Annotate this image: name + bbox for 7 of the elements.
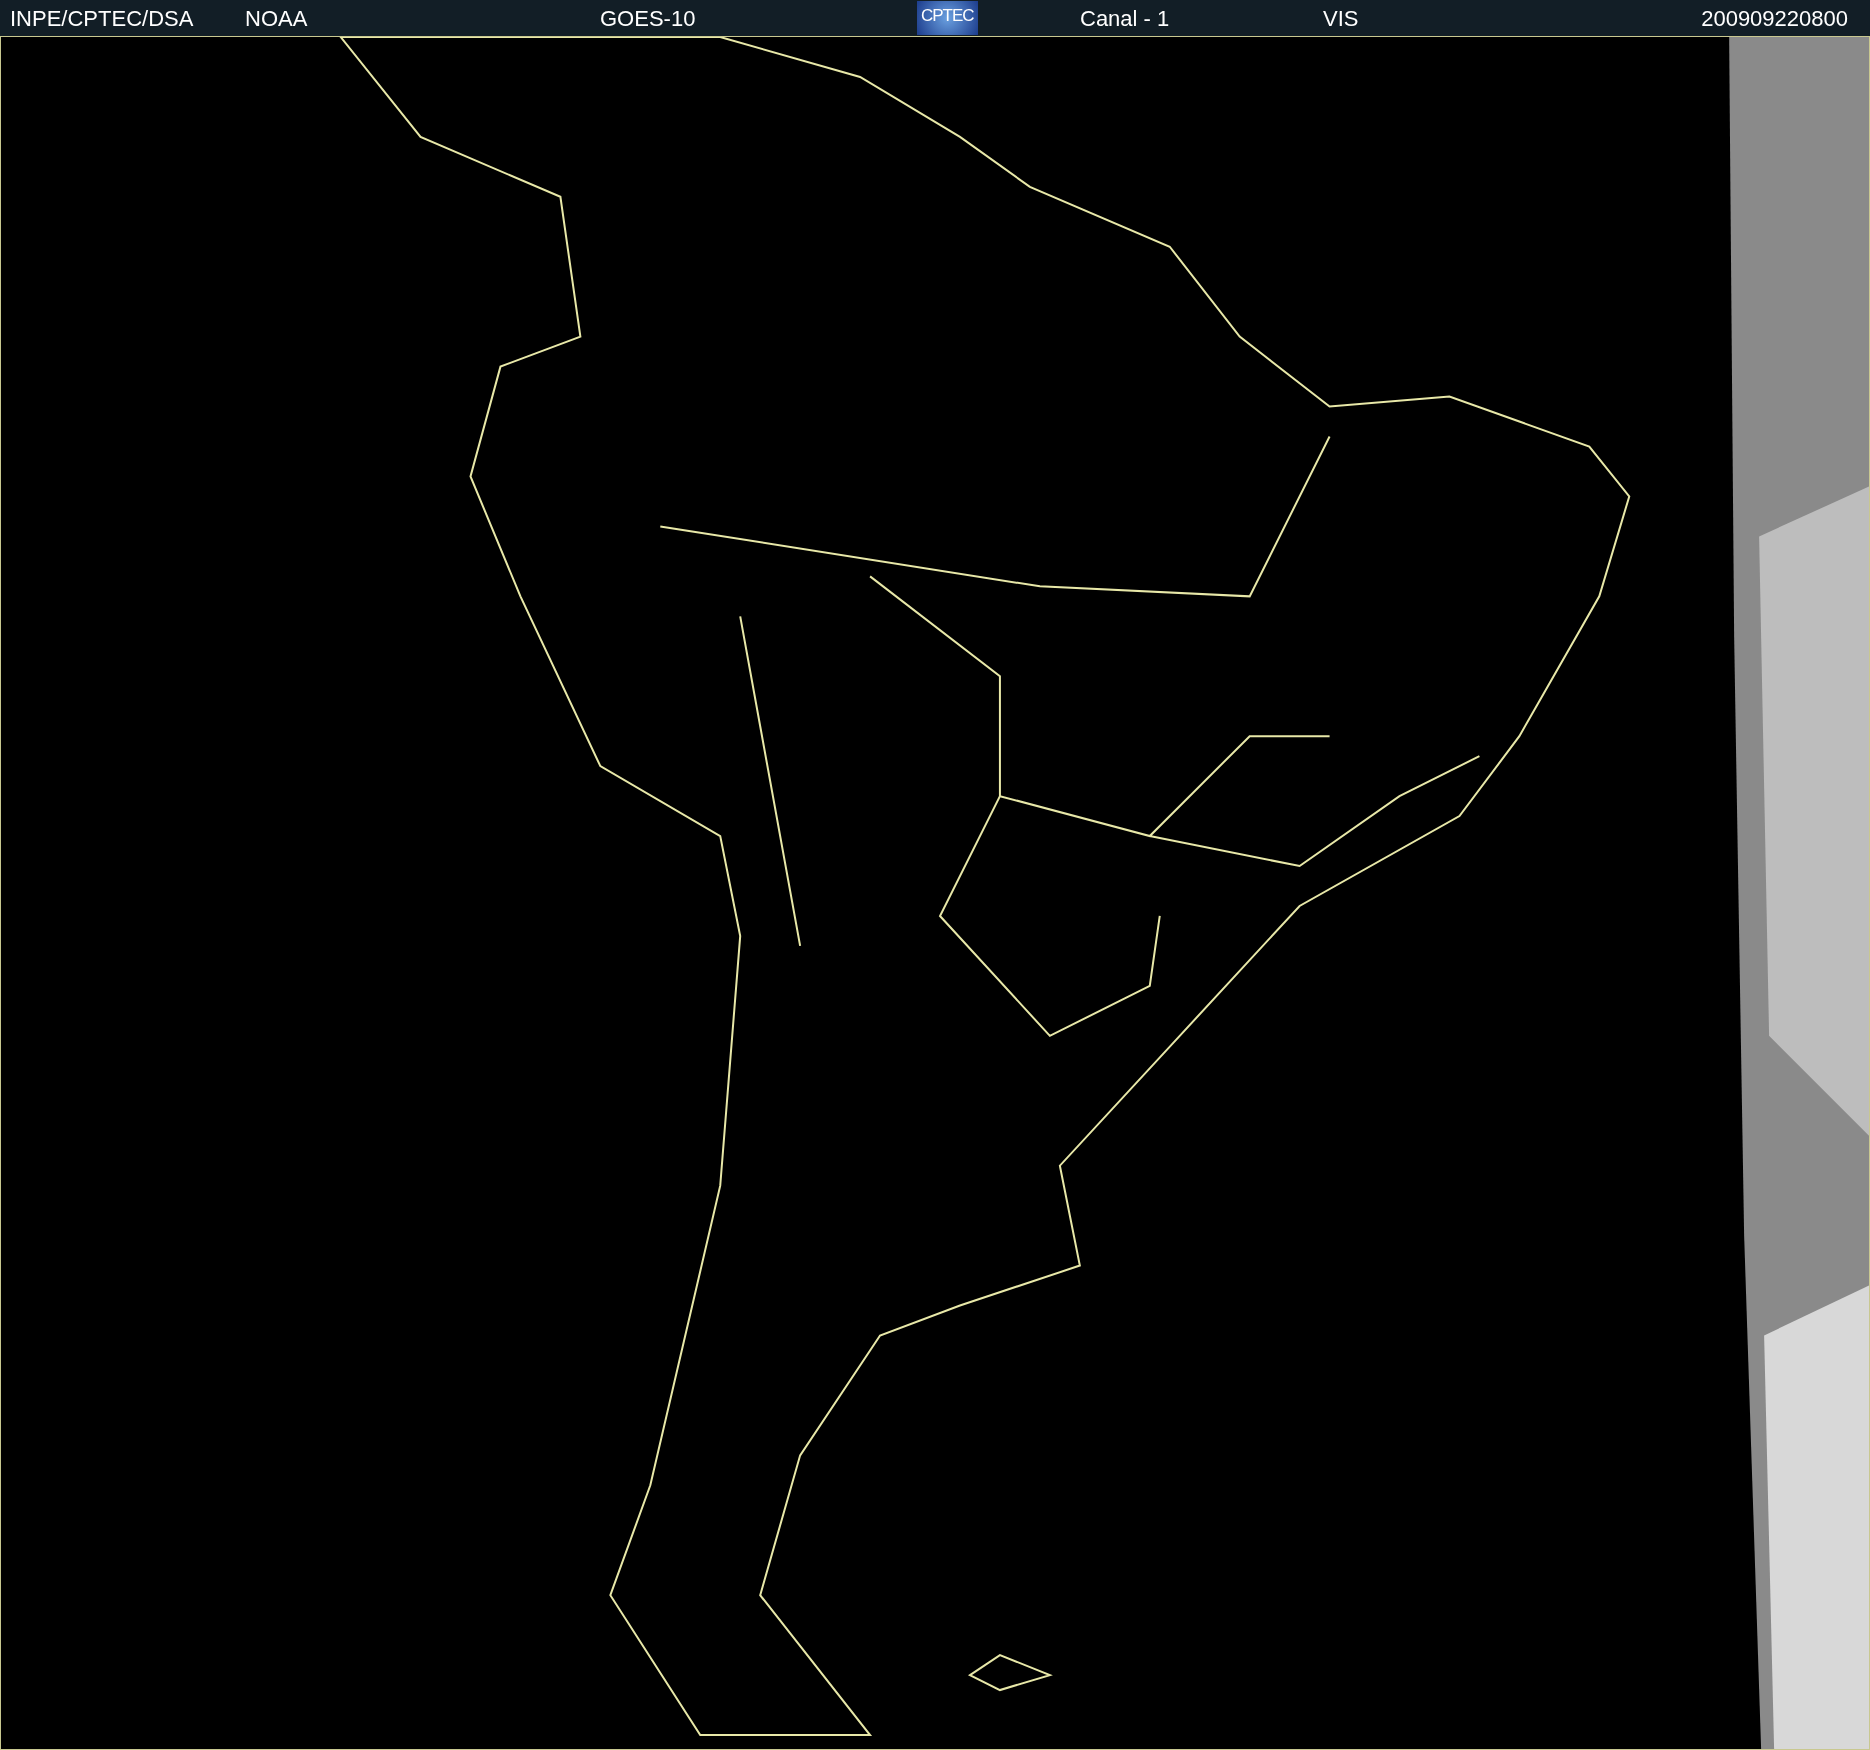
- logo: CPTEC: [917, 1, 978, 35]
- header-text: GOES-10: [600, 5, 696, 33]
- header-text: Canal - 1: [1080, 5, 1170, 33]
- header-text: VIS: [1323, 5, 1359, 33]
- header-text: 200909220800: [1701, 5, 1848, 33]
- header-text: NOAA: [245, 5, 308, 33]
- header-text: INPE/CPTEC/DSA: [10, 5, 194, 33]
